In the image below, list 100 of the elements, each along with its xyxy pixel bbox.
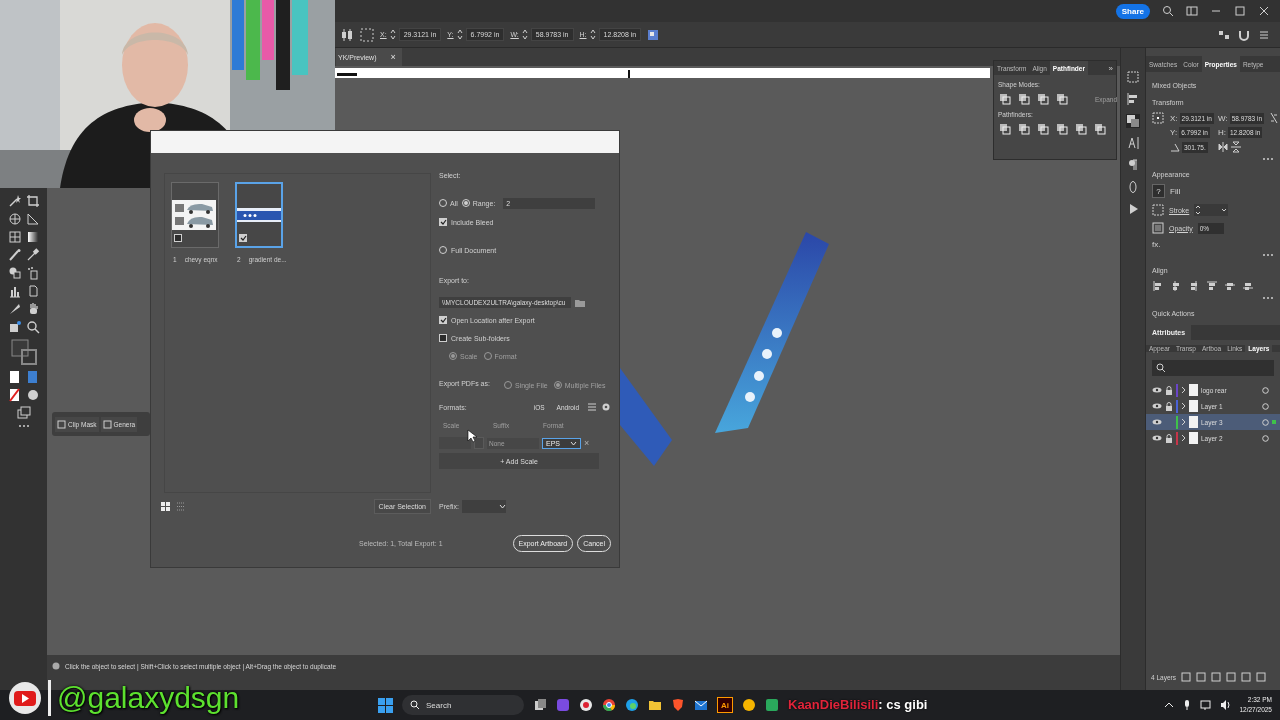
folder-icon[interactable] [648,698,662,712]
globe-icon[interactable] [7,212,22,226]
align-right-icon[interactable] [1188,280,1200,292]
pilcrow-icon[interactable] [1126,158,1140,172]
layer-thumbnail [1189,432,1198,444]
wand-icon[interactable] [7,194,22,208]
more-icon[interactable] [1262,296,1274,300]
default-fill-icon[interactable] [7,370,22,384]
remove-button[interactable]: × [584,438,590,448]
grid-icon[interactable] [7,230,22,244]
windows-icon[interactable] [378,697,393,713]
gradient-icon[interactable] [25,230,40,244]
lock-icon[interactable] [1165,385,1173,395]
prefix-field[interactable] [461,499,506,513]
checkbox[interactable] [239,234,247,242]
more-icon[interactable] [1262,157,1274,161]
task-view-icon[interactable] [533,698,547,712]
align-left-icon[interactable] [1152,280,1164,292]
spinner-icon [389,29,396,40]
spray-icon[interactable] [25,266,40,280]
checkbox[interactable] [439,218,447,226]
settings-icon[interactable] [601,402,611,412]
eye-icon[interactable] [1152,418,1162,426]
artboard-thumbnail[interactable] [235,182,283,248]
app-icon[interactable] [742,698,756,712]
checkbox[interactable] [439,316,447,324]
distribute-icon[interactable] [1218,28,1230,41]
stroke-weight-stepper-icon[interactable] [1194,204,1229,216]
fill-label: Fill [1170,186,1181,196]
speaker-icon[interactable] [1220,699,1232,711]
shapes-icon[interactable] [7,266,22,280]
chat-message: KaanDieBilisili: cs gibi [788,697,928,712]
eye-icon[interactable] [1152,402,1162,410]
align-bottom-icon[interactable] [1242,280,1254,292]
overflow-button[interactable]: » [1108,63,1116,73]
shield-icon[interactable] [671,698,685,712]
artboard-thumbnail[interactable] [171,182,219,248]
list-icon[interactable] [587,402,597,412]
edge-icon[interactable] [625,698,639,712]
ellipse-icon[interactable] [1126,180,1140,194]
magnet-icon[interactable] [1238,28,1250,41]
lock-icon[interactable] [1165,401,1173,411]
more-icon[interactable] [1262,253,1274,257]
search-field[interactable] [1152,360,1274,376]
fill-swatch[interactable]: ? [1152,184,1165,198]
eye-icon[interactable] [1152,434,1162,442]
menu-icon[interactable] [1258,28,1270,41]
layer-thumbnail [1189,384,1198,396]
field-label: X: [1170,113,1178,123]
grid-icon[interactable] [1126,70,1140,84]
vehicles-drawing [172,200,216,230]
scale-field[interactable] [439,437,471,449]
search-field[interactable]: Search [402,695,524,715]
close-icon[interactable] [1258,5,1270,17]
grid-view-icon[interactable] [161,501,170,511]
maximize-icon[interactable] [1234,5,1246,17]
network-icon[interactable] [1200,699,1213,711]
no-fill-icon[interactable] [7,388,22,402]
flip-horizontal-icon[interactable] [1218,141,1228,153]
artboard-icon[interactable] [7,320,22,334]
app-icon[interactable] [579,698,593,712]
align-top-icon[interactable] [1206,280,1218,292]
chrome-icon[interactable] [602,698,616,712]
opacity-icon[interactable] [1152,222,1164,234]
chevron-up-icon[interactable] [1164,701,1175,709]
gradient-swatch-icon[interactable] [25,370,40,384]
layer-thumbnail [1189,416,1198,428]
field-label: H: [1218,128,1226,137]
lock-icon[interactable] [1165,433,1173,443]
effects-button[interactable]: fx. [1152,240,1161,249]
align-icon[interactable] [340,27,354,42]
illustrator-app[interactable]: Ai [717,697,733,713]
app-icon[interactable] [765,698,779,712]
mail-icon[interactable] [694,698,708,712]
knife-icon[interactable] [7,302,22,316]
squares-icon[interactable] [1126,114,1140,128]
text-cursor-icon[interactable] [1126,136,1140,150]
triangle-ruler-icon[interactable] [25,212,40,226]
recolor-icon[interactable] [647,28,660,41]
cursor-icon [467,429,478,443]
stroke-swatch-icon[interactable] [1152,204,1164,216]
bar-chart-icon[interactable] [7,284,22,298]
align-middle-icon[interactable] [1224,280,1236,292]
more-icon[interactable] [17,424,30,428]
check-icon [439,219,447,225]
share-button[interactable]: Share [1115,3,1150,19]
align-left-icon[interactable] [1126,92,1140,106]
eyedropper-icon[interactable] [25,248,40,262]
reference-point-icon[interactable] [1152,112,1164,124]
list-view-icon[interactable] [176,501,185,511]
draw-mode-icon[interactable] [25,388,40,402]
spinner-icon [456,29,463,40]
unlink-icon[interactable] [1268,112,1280,124]
screen-mode-icon[interactable] [16,406,31,420]
window-layout-icon[interactable] [1186,5,1198,17]
flip-vertical-icon[interactable] [1230,141,1242,153]
eye-icon[interactable] [1152,386,1162,394]
align-center-icon[interactable] [1170,280,1182,292]
fill-stroke-icon[interactable] [9,338,38,366]
brush-icon[interactable] [7,248,22,262]
